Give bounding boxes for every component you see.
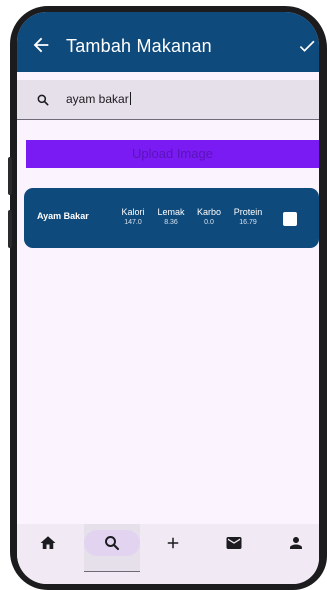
check-icon[interactable] xyxy=(297,36,317,56)
upload-image-button[interactable]: Upload Image xyxy=(26,140,319,168)
person-icon xyxy=(290,537,302,549)
text-cursor xyxy=(129,92,131,105)
nav-item-home[interactable] xyxy=(37,524,61,572)
bottom-navigation xyxy=(17,524,319,584)
app-bar: Tambah Makanan xyxy=(17,12,319,72)
nutrient-kalori: Kalori 147.0 xyxy=(118,207,148,227)
nutrient-value: 0.0 xyxy=(204,219,214,226)
nutrient-protein: Protein 16.79 xyxy=(230,207,266,227)
nav-item-add[interactable] xyxy=(163,524,187,572)
mail-icon xyxy=(226,537,242,549)
nutrient-value: 147.0 xyxy=(124,219,142,226)
nutrient-karbo: Karbo 0.0 xyxy=(195,207,223,227)
page-title: Tambah Makanan xyxy=(66,36,212,56)
search-icon xyxy=(37,94,49,106)
nutrient-value: 16.79 xyxy=(239,219,257,226)
home-icon xyxy=(40,536,56,549)
nutrient-label: Lemak xyxy=(157,207,185,217)
search-icon xyxy=(105,536,120,551)
food-result-card[interactable]: Ayam Bakar Kalori 147.0 Lemak 8.36 Karbo… xyxy=(24,188,319,248)
add-icon xyxy=(167,537,179,549)
select-food-checkbox[interactable] xyxy=(283,212,297,226)
search-input[interactable]: ayam bakar xyxy=(66,92,131,106)
search-input-value: ayam bakar xyxy=(66,92,129,106)
nutrient-lemak: Lemak 8.36 xyxy=(154,207,188,227)
search-bar[interactable]: ayam bakar xyxy=(17,80,319,120)
nav-item-search[interactable] xyxy=(84,524,140,572)
nutrient-label: Karbo xyxy=(196,207,222,217)
volume-up-button xyxy=(8,157,12,195)
food-name: Ayam Bakar xyxy=(37,211,89,221)
nav-item-profile[interactable] xyxy=(287,524,311,572)
nav-item-mail[interactable] xyxy=(223,524,247,572)
nutrient-label: Protein xyxy=(233,207,263,217)
nutrient-value: 8.36 xyxy=(164,219,178,226)
nutrient-label: Kalori xyxy=(121,207,145,217)
volume-down-button xyxy=(8,210,12,248)
arrow-back-icon[interactable] xyxy=(30,34,52,56)
phone-screen: Tambah Makanan ayam bakar Upload Image A… xyxy=(17,12,319,584)
